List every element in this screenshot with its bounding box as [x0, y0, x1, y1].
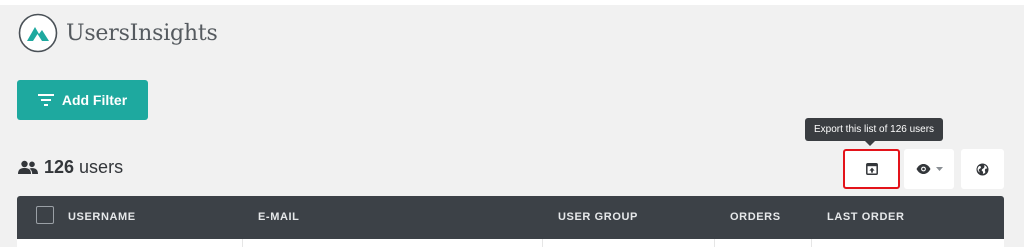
filter-icon: [37, 94, 54, 106]
column-divider: [714, 239, 715, 247]
column-header-last-order[interactable]: LAST ORDER: [827, 196, 905, 239]
column-header-user-group[interactable]: USER GROUP: [558, 196, 638, 239]
export-tooltip: Export this list of 126 users: [805, 118, 944, 146]
map-view-button[interactable]: [961, 149, 1004, 189]
chevron-down-icon: [935, 167, 943, 171]
column-divider: [542, 239, 543, 247]
table-body: [17, 239, 1004, 247]
top-bar: [0, 0, 1024, 5]
add-filter-label: Add Filter: [61, 92, 128, 108]
eye-icon: [916, 164, 930, 174]
brand-logo: UsersInsights: [18, 12, 218, 54]
brand-name: UsersInsights: [66, 20, 218, 46]
table-header: USERNAME E-MAIL USER GROUP ORDERS LAST O…: [17, 196, 1004, 239]
users-count-number: 126: [44, 156, 75, 177]
column-divider: [242, 239, 243, 247]
select-all-checkbox[interactable]: [36, 206, 54, 224]
column-visibility-button[interactable]: [904, 149, 954, 189]
export-icon: [865, 163, 878, 175]
column-divider: [811, 239, 812, 247]
column-header-orders[interactable]: ORDERS: [730, 196, 781, 239]
users-icon: [18, 160, 38, 174]
globe-icon: [976, 163, 989, 175]
logo-mountain-icon: [18, 13, 58, 53]
users-count: 126 users: [18, 155, 123, 179]
users-count-label: users: [79, 156, 124, 177]
column-header-email[interactable]: E-MAIL: [258, 196, 299, 239]
add-filter-button[interactable]: Add Filter: [17, 80, 148, 120]
column-header-username[interactable]: USERNAME: [68, 196, 136, 239]
export-button[interactable]: [843, 149, 900, 189]
